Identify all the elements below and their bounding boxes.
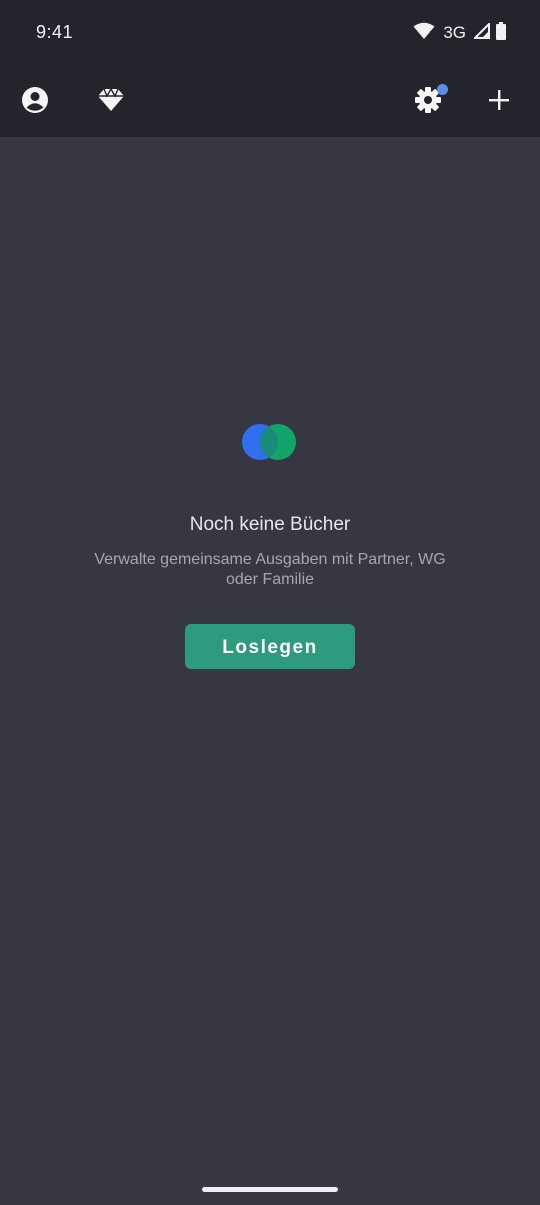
top-app-bar (0, 66, 540, 137)
add-button[interactable] (481, 84, 517, 120)
empty-state-subtitle: Verwalte gemeinsame Ausgaben mit Partner… (94, 551, 446, 588)
get-started-button[interactable]: Loslegen (185, 624, 355, 669)
empty-state: Noch keine Bücher Verwalte gemeinsame Au… (0, 420, 540, 669)
overlapping-circles-logo (240, 420, 300, 464)
status-bar: 9:41 3G (0, 0, 540, 66)
premium-button[interactable] (93, 84, 129, 120)
add-icon (488, 89, 510, 116)
status-icons: 3G (413, 21, 506, 45)
network-type: 3G (443, 23, 466, 42)
home-indicator[interactable] (202, 1187, 338, 1192)
profile-icon (21, 86, 49, 119)
profile-button[interactable] (17, 84, 53, 120)
settings-button[interactable] (410, 84, 448, 120)
battery-icon (496, 21, 506, 45)
notification-dot (437, 84, 448, 95)
app-screen: 9:41 3G Noch keine Bücher Verwalte gemei… (0, 0, 540, 1205)
status-time: 9:41 (36, 22, 74, 42)
signal-icon (472, 21, 490, 44)
diamond-icon (97, 87, 125, 118)
empty-state-title: Noch keine Bücher (189, 514, 351, 535)
wifi-icon (413, 22, 435, 45)
